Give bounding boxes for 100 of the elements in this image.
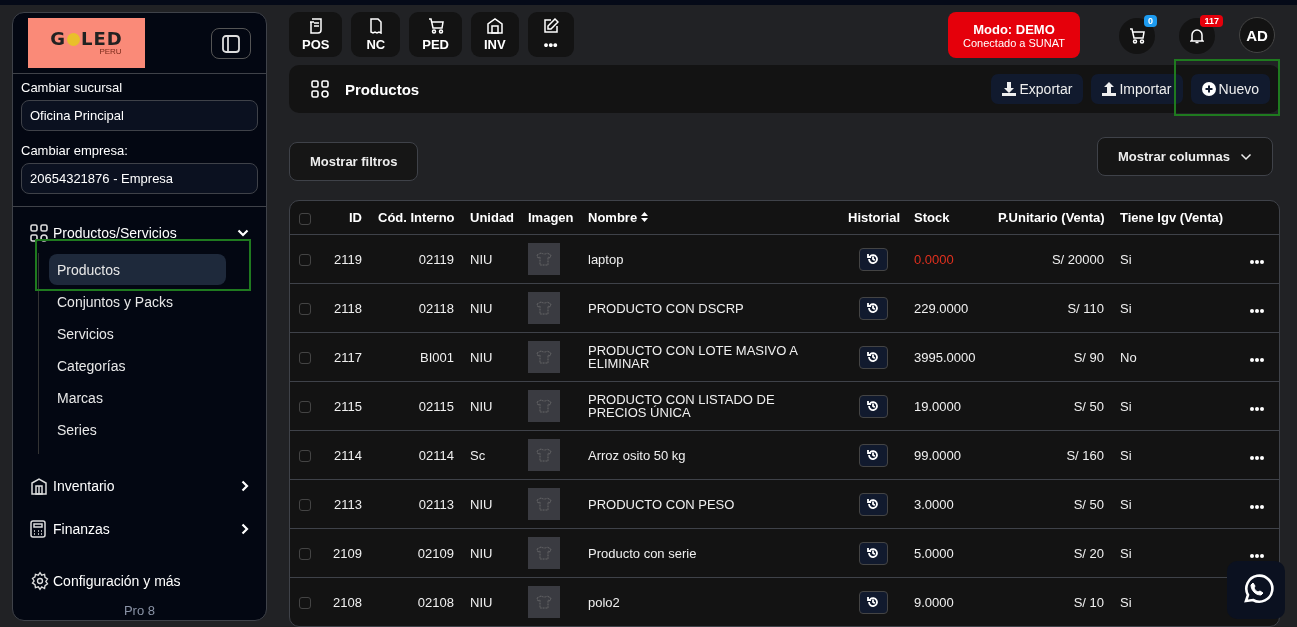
submenu-item[interactable]: Series <box>49 414 226 445</box>
column-header: Imagen <box>528 210 574 225</box>
more-icon[interactable] <box>1250 308 1264 313</box>
row-checkbox[interactable] <box>299 499 311 512</box>
history-button[interactable] <box>858 247 888 271</box>
chevron-down-icon <box>1240 152 1252 161</box>
quick-action-button[interactable]: NC <box>351 12 401 57</box>
history-icon <box>867 596 879 608</box>
quick-action-button[interactable]: PED <box>409 12 462 57</box>
table-cell: 9.0000 <box>914 594 954 610</box>
submenu-item[interactable]: Categorías <box>49 350 226 381</box>
history-button[interactable] <box>858 296 888 320</box>
history-icon <box>867 351 879 363</box>
history-button[interactable] <box>858 541 888 565</box>
receipt-icon <box>308 17 323 34</box>
table-cell: 02109 <box>417 545 454 561</box>
more-icon[interactable] <box>1250 357 1264 362</box>
history-icon <box>867 400 879 412</box>
submenu-item[interactable]: Marcas <box>49 382 226 413</box>
history-button[interactable] <box>858 345 888 369</box>
menu-item[interactable]: Productos/Servicios <box>13 219 266 247</box>
company-select[interactable]: 20654321876 - Empresa <box>21 163 258 194</box>
history-icon <box>867 498 879 510</box>
more-icon[interactable] <box>1250 259 1264 264</box>
history-button[interactable] <box>858 394 888 418</box>
quick-action-button[interactable]: INV <box>471 12 519 57</box>
history-button[interactable] <box>858 590 888 614</box>
more-icon[interactable] <box>1250 553 1264 558</box>
menu-item[interactable]: Configuración y más <box>13 567 266 595</box>
row-checkbox[interactable] <box>299 401 311 414</box>
columns-dropdown[interactable]: Mostrar columnas <box>1097 137 1273 176</box>
table-cell: Si <box>1120 398 1132 414</box>
filters-button[interactable]: Mostrar filtros <box>289 142 419 181</box>
menu-item[interactable]: Inventario <box>13 472 266 500</box>
submenu-item[interactable]: Servicios <box>49 318 226 349</box>
row-checkbox[interactable] <box>299 254 311 267</box>
table-cell: 99.0000 <box>914 447 961 463</box>
table-cell: 3.0000 <box>914 496 954 512</box>
user-avatar[interactable]: AD <box>1239 17 1275 53</box>
row-checkbox[interactable] <box>299 450 311 463</box>
branch-select[interactable]: Oficina Principal <box>21 100 258 131</box>
table-cell: Si <box>1120 300 1132 316</box>
cart-button[interactable] <box>1119 18 1155 54</box>
quick-action-button[interactable]: ••• <box>527 12 574 57</box>
table-cell: Sc <box>470 447 486 463</box>
column-header: P.Unitario (Venta) <box>998 210 1105 225</box>
quick-action-button[interactable]: POS <box>289 12 343 57</box>
submenu-item[interactable]: Productos <box>49 254 226 285</box>
history-button[interactable] <box>858 443 888 467</box>
more-icon[interactable] <box>1250 406 1264 411</box>
table-cell: Si <box>1120 594 1132 610</box>
more-icon[interactable] <box>1250 504 1264 509</box>
table-cell: PRODUCTO CON DSCRP <box>588 301 744 315</box>
chevron-right-icon <box>241 480 249 492</box>
column-header: Unidad <box>470 210 515 225</box>
column-header: Cód. Interno <box>378 210 455 225</box>
action-button[interactable]: Importar <box>1091 74 1183 104</box>
sidebar-toggle-button[interactable] <box>211 28 251 59</box>
row-checkbox[interactable] <box>299 352 311 365</box>
table-cell: BI001 <box>420 349 454 365</box>
field-label: Cambiar empresa: <box>21 143 129 159</box>
action-button[interactable]: Exportar <box>991 74 1084 104</box>
table-cell: 5.0000 <box>914 545 954 561</box>
table-cell: NIU <box>470 545 493 561</box>
table-cell: S/ 160 <box>1066 447 1104 463</box>
shirt-icon <box>536 251 552 267</box>
row-checkbox[interactable] <box>299 548 311 561</box>
shirt-icon <box>536 398 552 414</box>
table-cell: 2109 <box>333 545 362 561</box>
history-button[interactable] <box>858 492 888 516</box>
action-button[interactable]: Nuevo <box>1190 74 1270 104</box>
history-icon <box>867 302 879 314</box>
shirt-icon <box>536 496 552 512</box>
table-cell: polo2 <box>588 595 620 609</box>
whatsapp-button[interactable] <box>1227 561 1285 619</box>
cart-icon <box>427 17 444 34</box>
edit-icon <box>542 17 559 34</box>
menu-item[interactable]: Finanzas <box>13 515 266 543</box>
submenu-item[interactable]: Conjuntos y Packs <box>49 286 226 317</box>
count-badge: 117 <box>1200 15 1223 27</box>
more-icon[interactable] <box>1250 455 1264 460</box>
row-checkbox[interactable] <box>299 597 311 610</box>
grid-icon <box>311 80 329 98</box>
row-checkbox[interactable] <box>299 303 311 316</box>
select-all-checkbox[interactable] <box>299 212 311 225</box>
table-cell: NIU <box>470 349 493 365</box>
table-cell: 02115 <box>418 398 454 414</box>
shirt-icon <box>536 300 552 316</box>
sort-icon <box>640 212 648 222</box>
table-cell: 2115 <box>334 398 362 414</box>
shirt-icon <box>536 349 552 365</box>
table-cell: Si <box>1120 447 1132 463</box>
table-cell: 02114 <box>418 447 454 463</box>
column-header[interactable]: Nombre <box>588 210 648 225</box>
table-cell: 02118 <box>418 300 454 316</box>
table-cell: No <box>1120 349 1137 365</box>
grid-icon <box>30 224 48 242</box>
column-header: Historial <box>848 210 900 225</box>
table-cell: laptop <box>588 252 624 266</box>
shirt-icon <box>536 545 552 561</box>
